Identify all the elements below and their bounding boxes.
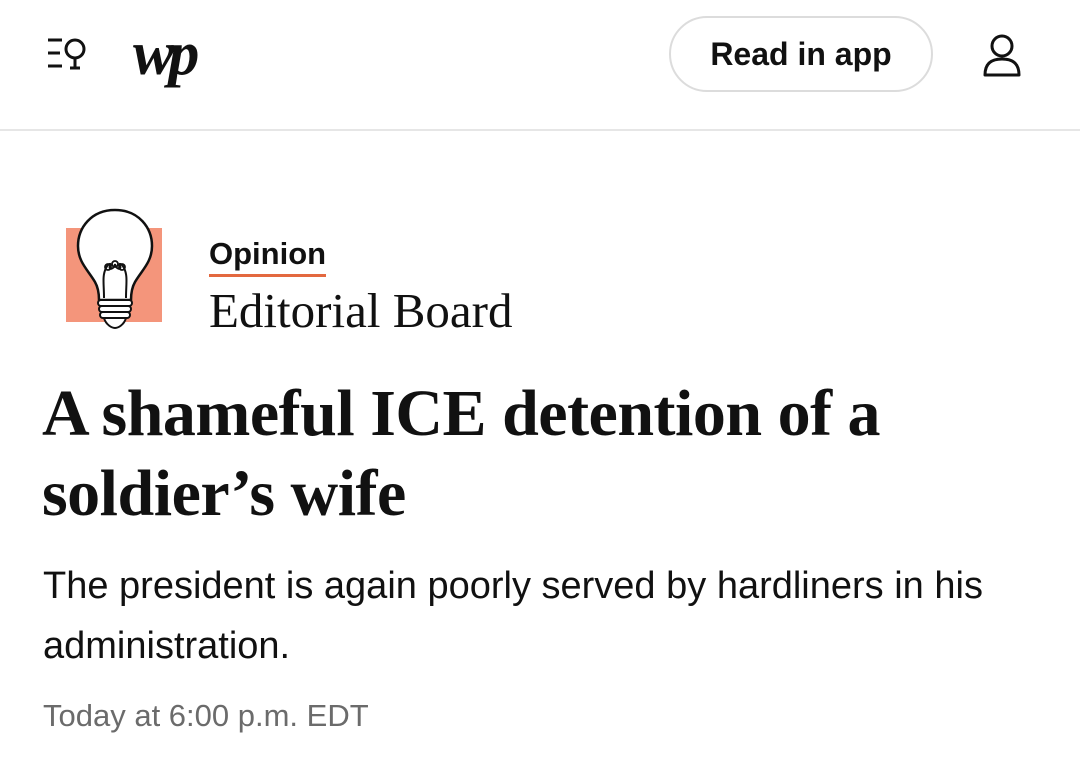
washington-post-logo[interactable]: wp [133, 18, 199, 90]
editorial-board-byline[interactable]: Editorial Board [209, 282, 512, 340]
article-headline: A shameful ICE detention of a soldier’s … [42, 377, 881, 530]
lightbulb-icon [64, 204, 166, 332]
article-subheadline: The president is again poorly served by … [43, 565, 983, 667]
read-in-app-button[interactable]: Read in app [669, 16, 933, 92]
opinion-section-link[interactable]: Opinion [209, 234, 327, 277]
account-icon[interactable] [980, 33, 1024, 77]
publish-timestamp: Today at 6:00 p.m. EDT [43, 698, 369, 733]
menu-search-icon[interactable] [44, 34, 90, 74]
top-nav-bar: wp Read in app [0, 0, 1080, 131]
